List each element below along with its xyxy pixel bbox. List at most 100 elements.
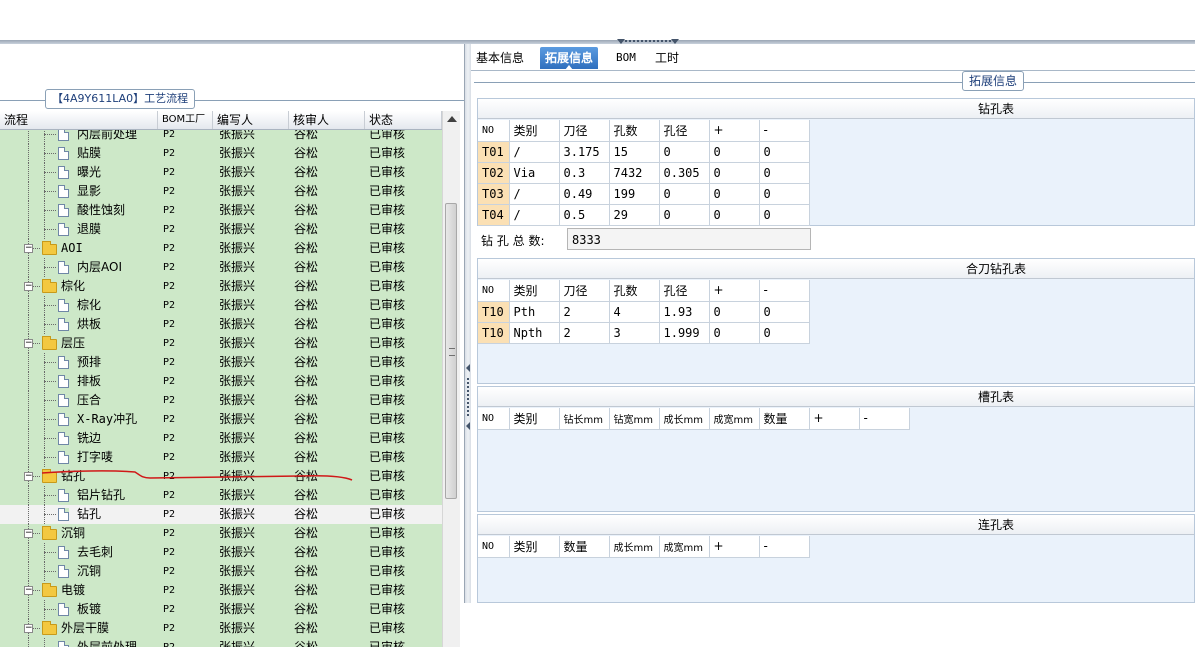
table-cell[interactable]: 2 <box>559 301 610 323</box>
tree-step-row[interactable]: 铝片钻孔 P2 张振兴 谷松 已审核 <box>0 486 442 505</box>
tree-step-row[interactable]: 沉铜 P2 张振兴 谷松 已审核 <box>0 562 442 581</box>
table-cell[interactable]: Npth <box>509 322 560 344</box>
tree-step-row[interactable]: 钻孔 P2 张振兴 谷松 已审核 <box>0 505 442 524</box>
collapse-toggle-icon[interactable]: − <box>24 244 33 253</box>
table-cell[interactable]: 0.305 <box>659 162 710 184</box>
tree-step-row[interactable]: 压合 P2 张振兴 谷松 已审核 <box>0 391 442 410</box>
column-header[interactable]: 类别 <box>509 536 560 558</box>
table-cell[interactable]: 199 <box>609 183 660 205</box>
tree-step-row[interactable]: 排板 P2 张振兴 谷松 已审核 <box>0 372 442 391</box>
tree-folder-row[interactable]: − 棕化 P2 张振兴 谷松 已审核 <box>0 277 442 296</box>
tree-step-row[interactable]: 外层前处理 P2 张振兴 谷松 已审核 <box>0 638 442 647</box>
column-header[interactable]: - <box>759 536 810 558</box>
column-header[interactable]: NO <box>478 408 510 430</box>
table-row[interactable]: T10 Pth 2 4 1.93 0 0 <box>478 301 810 323</box>
table-cell[interactable]: 1.93 <box>659 301 710 323</box>
tab-extended-info[interactable]: 拓展信息 <box>540 47 599 70</box>
collapse-toggle-icon[interactable]: − <box>24 586 33 595</box>
scroll-up-arrow-icon[interactable] <box>447 116 457 122</box>
table-cell[interactable]: 4 <box>609 301 660 323</box>
table-cell[interactable]: T02 <box>478 162 510 184</box>
tree-step-row[interactable]: 铣边 P2 张振兴 谷松 已审核 <box>0 429 442 448</box>
table-cell[interactable]: Via <box>509 162 560 184</box>
tree-folder-row[interactable]: − 沉铜 P2 张振兴 谷松 已审核 <box>0 524 442 543</box>
table-row[interactable]: T02 Via 0.3 7432 0.305 0 0 <box>478 162 810 184</box>
column-header-writer[interactable]: 编写人 <box>213 111 289 129</box>
collapse-toggle-icon[interactable]: − <box>24 472 33 481</box>
drill-total-field[interactable]: 8333 <box>567 228 811 250</box>
scrollbar-thumb[interactable] <box>445 203 457 499</box>
tree-step-row[interactable]: 退膜 P2 张振兴 谷松 已审核 <box>0 220 442 239</box>
table-cell[interactable]: 0 <box>709 204 760 226</box>
column-header[interactable]: + <box>709 120 760 142</box>
table-cell[interactable]: 0 <box>759 322 810 344</box>
table-cell[interactable]: 29 <box>609 204 660 226</box>
column-header[interactable]: 类别 <box>509 280 560 302</box>
table-cell[interactable]: 0 <box>759 301 810 323</box>
tab-basic-info[interactable]: 基本信息 <box>471 47 529 69</box>
table-cell[interactable]: 0 <box>709 301 760 323</box>
tree-folder-row[interactable]: − 层压 P2 张振兴 谷松 已审核 <box>0 334 442 353</box>
column-header[interactable]: 类别 <box>509 120 560 142</box>
table-row[interactable]: T01/3.175 15 0 0 0 <box>478 141 810 163</box>
tree-step-row[interactable]: 曝光 P2 张振兴 谷松 已审核 <box>0 163 442 182</box>
tab-bom[interactable]: BOM <box>611 47 641 69</box>
column-header[interactable]: 孔数 <box>609 120 660 142</box>
column-header[interactable]: 钻宽mm <box>609 408 660 430</box>
table-cell[interactable]: 0 <box>759 204 810 226</box>
column-header[interactable]: 钻长mm <box>559 408 610 430</box>
column-header[interactable]: NO <box>478 536 510 558</box>
column-header[interactable]: - <box>859 408 910 430</box>
tree-folder-row[interactable]: − 电镀 P2 张振兴 谷松 已审核 <box>0 581 442 600</box>
table-cell[interactable]: 0 <box>709 162 760 184</box>
column-header[interactable]: 成长mm <box>609 536 660 558</box>
column-header[interactable]: 数量 <box>559 536 610 558</box>
tree-step-row[interactable]: 棕化 P2 张振兴 谷松 已审核 <box>0 296 442 315</box>
table-cell[interactable]: 3.175 <box>559 141 610 163</box>
column-header[interactable]: + <box>709 280 760 302</box>
table-cell[interactable]: 0 <box>709 141 760 163</box>
collapse-toggle-icon[interactable]: − <box>24 624 33 633</box>
column-header[interactable]: 成宽mm <box>709 408 760 430</box>
table-cell[interactable]: 15 <box>609 141 660 163</box>
column-header[interactable]: NO <box>478 120 510 142</box>
column-header-bom[interactable]: BOM工厂 <box>158 111 213 129</box>
tree-step-row[interactable]: 显影 P2 张振兴 谷松 已审核 <box>0 182 442 201</box>
column-header[interactable]: NO <box>478 280 510 302</box>
collapse-left-arrow-icon[interactable] <box>466 364 470 372</box>
table-cell[interactable]: / <box>509 141 560 163</box>
table-cell[interactable]: 0 <box>659 141 710 163</box>
table-cell[interactable]: 1.999 <box>659 322 710 344</box>
tree-step-row[interactable]: X-Ray冲孔 P2 张振兴 谷松 已审核 <box>0 410 442 429</box>
table-cell[interactable]: 0 <box>659 204 710 226</box>
collapse-toggle-icon[interactable]: − <box>24 339 33 348</box>
table-cell[interactable]: 2 <box>559 322 610 344</box>
column-header[interactable]: + <box>709 536 760 558</box>
column-header-status[interactable]: 状态 <box>365 111 442 129</box>
table-cell[interactable]: 0 <box>759 183 810 205</box>
collapse-toggle-icon[interactable]: − <box>24 529 33 538</box>
table-cell[interactable]: / <box>509 183 560 205</box>
column-header[interactable]: 孔径 <box>659 120 710 142</box>
table-cell[interactable]: 0.49 <box>559 183 610 205</box>
table-cell[interactable]: 0 <box>759 162 810 184</box>
table-cell[interactable]: T10 <box>478 301 510 323</box>
tree-scrollbar[interactable] <box>442 111 460 647</box>
column-header[interactable]: 成长mm <box>659 408 710 430</box>
column-header[interactable]: 数量 <box>759 408 810 430</box>
tree-step-row[interactable]: 打字唛 P2 张振兴 谷松 已审核 <box>0 448 442 467</box>
column-header[interactable]: - <box>759 280 810 302</box>
table-cell[interactable]: T04 <box>478 204 510 226</box>
table-cell[interactable]: 0.3 <box>559 162 610 184</box>
tree-step-row[interactable]: 内层AOI P2 张振兴 谷松 已审核 <box>0 258 442 277</box>
tree-folder-row[interactable]: − AOI P2 张振兴 谷松 已审核 <box>0 239 442 258</box>
table-cell[interactable]: / <box>509 204 560 226</box>
column-header[interactable]: 孔径 <box>659 280 710 302</box>
column-header-reviewer[interactable]: 核审人 <box>289 111 365 129</box>
table-cell[interactable]: T01 <box>478 141 510 163</box>
tree-step-row[interactable]: 预排 P2 张振兴 谷松 已审核 <box>0 353 442 372</box>
table-cell[interactable]: 0 <box>759 141 810 163</box>
column-header[interactable]: 孔数 <box>609 280 660 302</box>
column-header[interactable]: 类别 <box>509 408 560 430</box>
column-header-flow[interactable]: 流程 <box>0 111 158 129</box>
